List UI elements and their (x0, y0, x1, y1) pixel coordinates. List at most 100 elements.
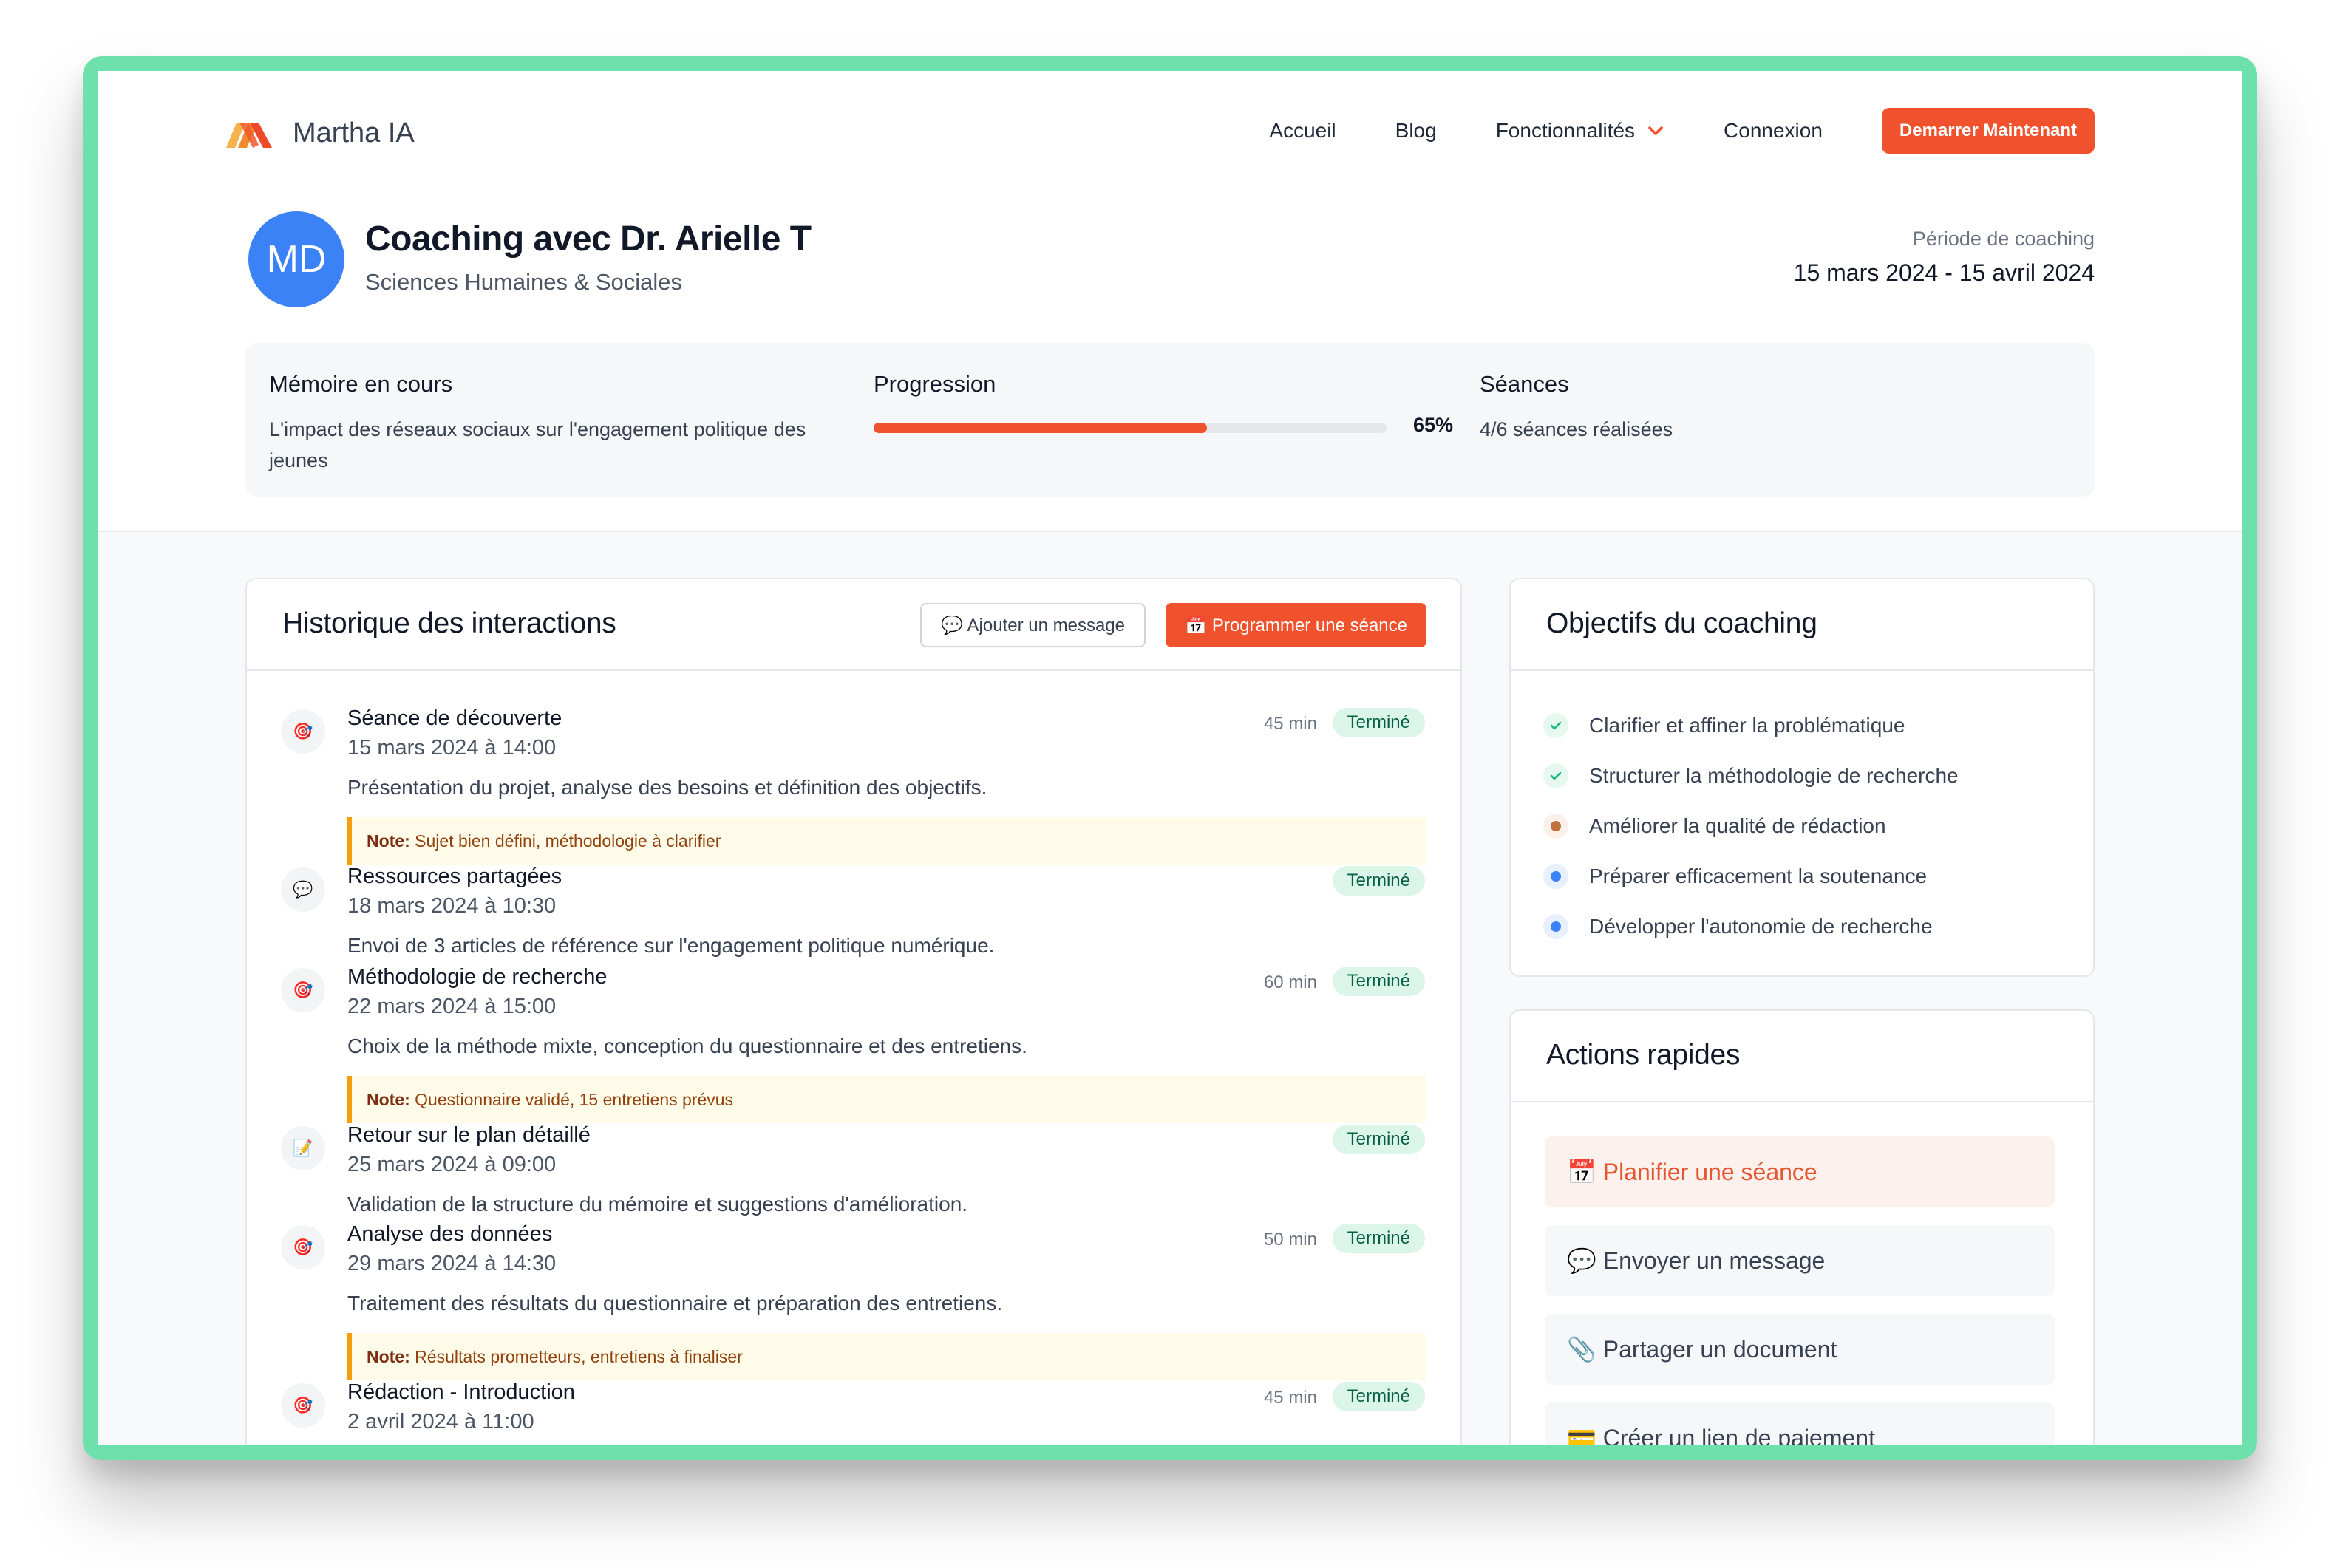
entry-duration: 50 min (1263, 1230, 1317, 1250)
nav-link-fonctionnalites-label: Fonctionnalités (1495, 119, 1636, 142)
entry-title: Méthodologie de recherche (347, 965, 608, 989)
martha-logo-icon (226, 123, 272, 148)
entry-description: Choix de la méthode mixte, conception du… (347, 1034, 1027, 1057)
entry-date: 2 avril 2024 à 11:00 (347, 1410, 534, 1434)
entry-type-icon: 🎯 (281, 1225, 325, 1269)
nav-link-accueil[interactable]: Accueil (1269, 119, 1336, 143)
entry-title: Séance de découverte (347, 706, 562, 730)
objective-item: Structurer la méthodologie de recherche (1543, 751, 1959, 801)
schedule-session-button[interactable]: 📅 Programmer une séance (1166, 603, 1426, 647)
entry-date: 22 mars 2024 à 15:00 (347, 995, 557, 1018)
quick-actions-header: Actions rapides (1511, 1011, 2093, 1102)
status-badge: Terminé (1332, 1224, 1425, 1253)
nav-link-fonctionnalites[interactable]: Fonctionnalités (1496, 119, 1664, 143)
objective-item: Développer l'autonomie de recherche (1543, 901, 1959, 952)
entry-duration: 60 min (1263, 972, 1317, 992)
thesis-block: Mémoire en cours L'impact des réseaux so… (269, 371, 831, 476)
entry-type-icon: 🎯 (281, 1383, 325, 1428)
note-label: Note: (367, 1090, 410, 1109)
note-text: Sujet bien défini, méthodologie à clarif… (409, 831, 721, 851)
status-badge: Terminé (1332, 1382, 1425, 1411)
entry-duration: 45 min (1263, 714, 1317, 734)
nav-link-connexion[interactable]: Connexion (1724, 119, 1823, 143)
brand-name: Martha IA (293, 117, 415, 149)
objective-item: Préparer efficacement la soutenance (1543, 851, 1959, 901)
sessions-title: Séances (1480, 371, 1569, 397)
entry-note: Note: Résultats prometteurs, entretiens … (347, 1333, 1426, 1380)
objective-text: Améliorer la qualité de rédaction (1589, 814, 1886, 837)
chevron-down-icon (1648, 126, 1663, 135)
progress-percent: 65% (1413, 414, 1454, 436)
brand-logo[interactable]: Martha IA (223, 115, 415, 151)
progress-bar-fill (874, 423, 1208, 433)
window-frame: Martha IA Accueil Blog Fonctionnalités C… (83, 56, 2257, 1460)
progress-title: Progression (874, 371, 996, 397)
coaching-period: Période de coaching 15 mars 2024 - 15 av… (1794, 228, 2095, 287)
summary-panel: Mémoire en cours L'impact des réseaux so… (245, 343, 2095, 497)
entry-type-icon: 📝 (281, 1126, 325, 1170)
status-badge: Terminé (1332, 967, 1425, 996)
share-document-action[interactable]: 📎 Partager un document (1545, 1314, 2055, 1385)
avatar: MD (248, 211, 344, 307)
history-card-header: Historique des interactions 💬 Ajouter un… (247, 579, 1460, 671)
period-value: 15 mars 2024 - 15 avril 2024 (1793, 259, 2095, 286)
entry-date: 18 mars 2024 à 10:30 (347, 894, 557, 918)
status-badge: Terminé (1332, 866, 1425, 896)
progress-bar (874, 423, 1387, 433)
objectives-list: Clarifier et affiner la problématique Str… (1543, 701, 1959, 952)
entry-type-icon: 🎯 (281, 968, 325, 1012)
objective-text: Développer l'autonomie de recherche (1589, 915, 1933, 938)
sessions-text: 4/6 séances réalisées (1480, 418, 1673, 440)
entry-title: Analyse des données (347, 1222, 553, 1246)
sessions-block: Séances 4/6 séances réalisées (1480, 371, 1673, 445)
entry-date: 29 mars 2024 à 14:30 (347, 1252, 557, 1275)
objective-item: Clarifier et affiner la problématique (1543, 701, 1959, 751)
entry-type-icon: 🎯 (281, 709, 325, 754)
entry-date: 25 mars 2024 à 09:00 (347, 1153, 557, 1176)
thesis-title: Mémoire en cours (269, 371, 453, 397)
quick-actions-card: Actions rapides 📅 Planifier une séance 💬… (1509, 1009, 2095, 1445)
pending-dot-icon (1543, 914, 1568, 939)
coach-field: Sciences Humaines & Sociales (365, 269, 683, 295)
payment-link-action[interactable]: 💳 Créer un lien de paiement (1545, 1402, 2055, 1445)
objectives-card: Objectifs du coaching Clarifier et affin… (1509, 578, 2095, 977)
entry-description: Traitement des résultats du questionnair… (347, 1292, 1003, 1315)
objectives-title: Objectifs du coaching (1546, 607, 1817, 639)
objective-item: Améliorer la qualité de rédaction (1543, 801, 1959, 851)
check-icon (1543, 713, 1568, 738)
send-message-action[interactable]: 💬 Envoyer un message (1545, 1225, 2055, 1296)
history-card: Historique des interactions 💬 Ajouter un… (245, 578, 1462, 1445)
entry-description: Envoi de 3 articles de référence sur l'e… (347, 934, 995, 957)
thesis-text: L'impact des réseaux sociaux sur l'engag… (269, 418, 806, 471)
status-badge: Terminé (1332, 708, 1425, 737)
nav-link-blog[interactable]: Blog (1395, 119, 1437, 143)
note-label: Note: (367, 1347, 410, 1366)
history-title: Historique des interactions (282, 607, 616, 639)
header-section: Martha IA Accueil Blog Fonctionnalités C… (98, 71, 2242, 532)
note-label: Note: (367, 831, 410, 851)
page-title: Coaching avec Dr. Arielle T (365, 219, 812, 259)
start-now-button[interactable]: Demarrer Maintenant (1881, 108, 2095, 154)
main-nav: Accueil Blog Fonctionnalités Connexion D… (1269, 108, 2095, 154)
entry-title: Rédaction - Introduction (347, 1380, 575, 1404)
entry-title: Retour sur le plan détaillé (347, 1123, 591, 1147)
status-badge: Terminé (1332, 1125, 1425, 1154)
period-label: Période de coaching (1912, 228, 2095, 250)
progress-block: Progression (874, 371, 996, 398)
objective-text: Préparer efficacement la soutenance (1589, 865, 1928, 887)
in-progress-dot-icon (1543, 814, 1568, 839)
app-window: Martha IA Accueil Blog Fonctionnalités C… (98, 71, 2242, 1445)
entry-date: 15 mars 2024 à 14:00 (347, 736, 557, 760)
objectives-card-header: Objectifs du coaching (1511, 579, 2093, 671)
objective-text: Clarifier et affiner la problématique (1589, 714, 1905, 737)
add-message-button[interactable]: 💬 Ajouter un message (920, 603, 1146, 647)
note-text: Questionnaire validé, 15 entretiens prév… (409, 1090, 734, 1109)
entry-note: Note: Questionnaire validé, 15 entretien… (347, 1076, 1426, 1123)
pending-dot-icon (1543, 864, 1568, 889)
entry-note: Note: Sujet bien défini, méthodologie à … (347, 817, 1426, 865)
entry-description: Validation de la structure du mémoire et… (347, 1193, 968, 1216)
entry-type-icon: 💬 (281, 867, 325, 912)
plan-session-action[interactable]: 📅 Planifier une séance (1545, 1136, 2055, 1207)
objective-text: Structurer la méthodologie de recherche (1589, 764, 1959, 787)
check-icon (1543, 763, 1568, 788)
